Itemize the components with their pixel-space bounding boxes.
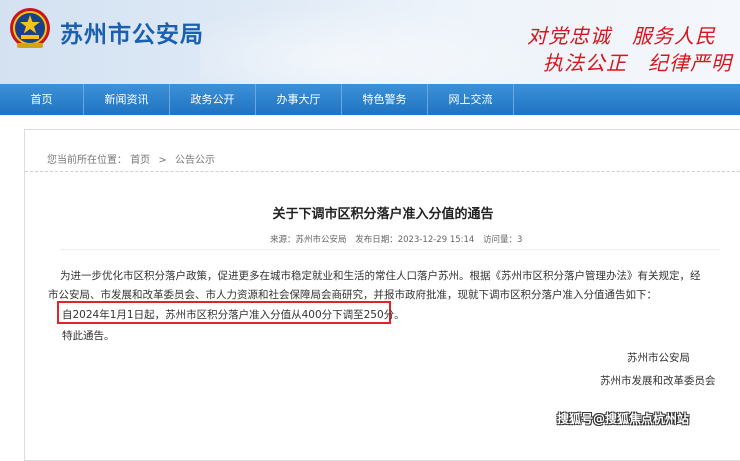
article-paragraph-line-1: 为进一步优化市区积分落户政策，促进更多在城市稳定就业和生活的常住人口落户苏州。根… (60, 270, 701, 282)
breadcrumb-divider (25, 171, 740, 172)
article-title: 关于下调市区积分落户准入分值的通告 (272, 207, 494, 222)
breadcrumb-announcements-link[interactable]: 公告公示 (175, 155, 215, 166)
breadcrumb-separator: > (158, 155, 167, 166)
watermark: 搜狐号@搜狐焦点杭州站 (557, 412, 690, 426)
article-paragraph-line-2: 市公安局、市发展和改革委员会、市人力资源和社会保障局会商研究，并报市政府批准，现… (48, 289, 657, 301)
header-background-pattern (200, 0, 560, 84)
signatory-development-commission: 苏州市发展和改革委员会 (600, 375, 716, 387)
nav-item-news[interactable]: 新闻资讯 (84, 84, 170, 115)
main-nav: 首页 新闻资讯 政务公开 办事大厅 特色警务 网上交流 (0, 84, 740, 115)
article-meta: 来源：苏州市公安局 发布日期：2023-12-29 15:14 访问量：3 (270, 233, 528, 245)
meta-divider (60, 249, 720, 250)
nav-item-service-hall[interactable]: 办事大厅 (256, 84, 342, 115)
nav-item-featured-policing[interactable]: 特色警务 (342, 84, 428, 115)
breadcrumb-home-link[interactable]: 首页 (130, 155, 150, 166)
police-emblem-icon (10, 8, 50, 48)
site-header: 苏州市公安局 对党忠诚 服务人民 执法公正 纪律严明 (0, 0, 740, 84)
nav-item-home[interactable]: 首页 (0, 84, 84, 115)
article-highlighted-sentence: 自2024年1月1日起，苏州市区积分落户准入分值从400分下调至250分。 (62, 309, 405, 321)
nav-item-online-exchange[interactable]: 网上交流 (428, 84, 514, 115)
nav-item-government-affairs[interactable]: 政务公开 (170, 84, 256, 115)
breadcrumb-prefix: 您当前所在位置： (47, 155, 127, 166)
slogan-line-2: 执法公正 纪律严明 (543, 51, 732, 75)
slogan-line-1: 对党忠诚 服务人民 (527, 24, 716, 48)
article-date: 发布日期：2023-12-29 15:14 (355, 235, 475, 245)
breadcrumb: 您当前所在位置： 首页 > 公告公示 (47, 151, 215, 166)
signatory-police-bureau: 苏州市公安局 (627, 352, 690, 364)
article-source: 来源：苏州市公安局 (270, 235, 347, 245)
article-views: 访问量：3 (483, 235, 523, 245)
site-title[interactable]: 苏州市公安局 (60, 15, 204, 49)
article-closing: 特此通告。 (62, 330, 115, 342)
